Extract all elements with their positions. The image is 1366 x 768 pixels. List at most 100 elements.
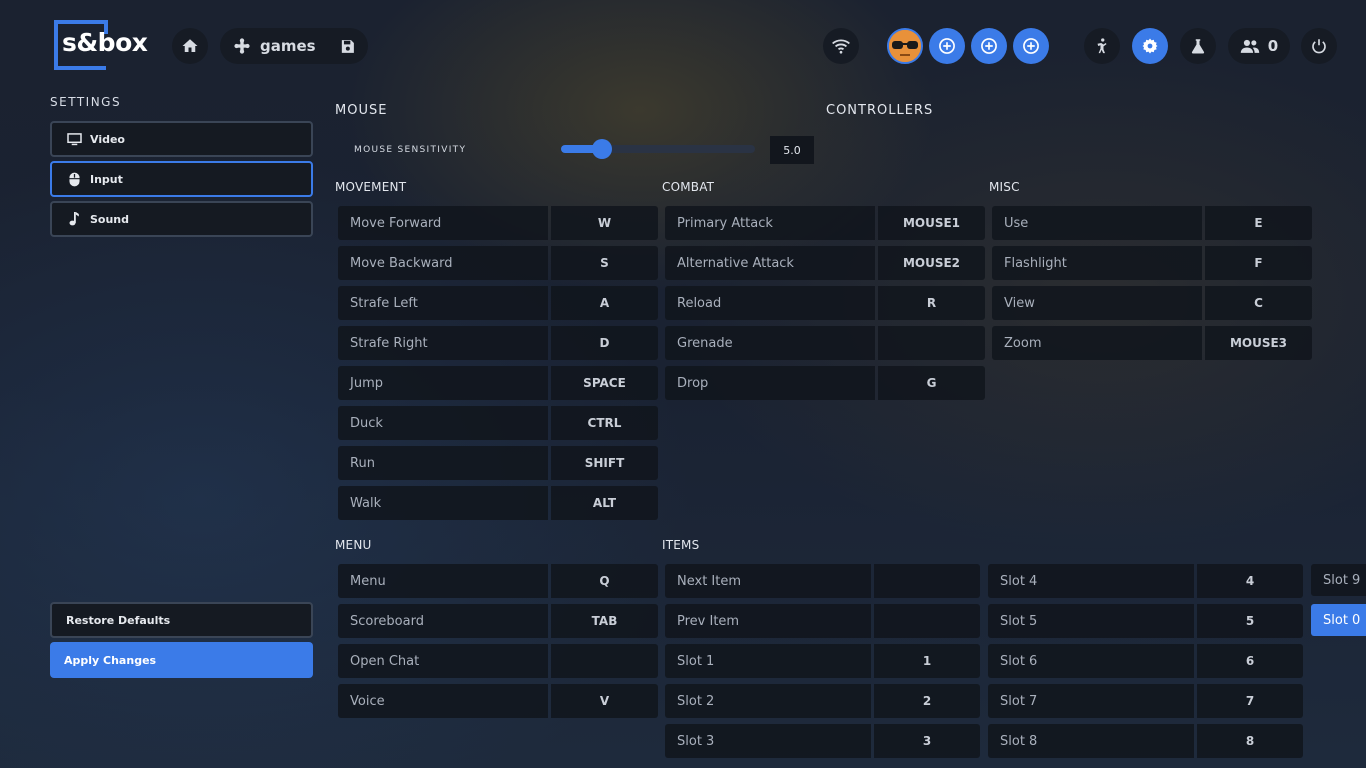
keybind-key-button[interactable]: 8: [1197, 724, 1303, 758]
keybind-key-button[interactable]: [551, 644, 658, 678]
keybind-key-button[interactable]: 6: [1197, 644, 1303, 678]
keybind-row[interactable]: Jump SPACE: [338, 366, 658, 400]
music-note-icon: [66, 211, 82, 227]
keybind-row[interactable]: Walk ALT: [338, 486, 658, 520]
keybind-key-button[interactable]: [874, 564, 980, 598]
settings-button[interactable]: [1132, 28, 1168, 64]
sidebar-item-input[interactable]: Input: [50, 161, 313, 197]
keybind-key-button[interactable]: MOUSE1: [878, 206, 985, 240]
keybind-key-button[interactable]: 7: [1197, 684, 1303, 718]
player-avatar[interactable]: [887, 28, 923, 64]
add-player-button-3[interactable]: [1013, 28, 1049, 64]
keybind-action: Run: [338, 446, 548, 480]
keybind-key-button[interactable]: A: [551, 286, 658, 320]
plus-circle-icon: [939, 38, 955, 54]
keybind-key-button[interactable]: 2: [874, 684, 980, 718]
apply-changes-button[interactable]: Apply Changes: [50, 642, 313, 678]
add-player-button-2[interactable]: [971, 28, 1007, 64]
keybind-action: Primary Attack: [665, 206, 875, 240]
keybind-key-button[interactable]: 5: [1197, 604, 1303, 638]
games-pill[interactable]: games: [220, 28, 368, 64]
keybind-key-button[interactable]: SPACE: [551, 366, 658, 400]
keybind-key-button[interactable]: [878, 326, 985, 360]
keybind-key-button[interactable]: D: [551, 326, 658, 360]
keybind-row[interactable]: Slot 44: [988, 564, 1303, 598]
keybind-key-button[interactable]: R: [878, 286, 985, 320]
keybind-key-button[interactable]: F: [1205, 246, 1312, 280]
add-player-button-1[interactable]: [929, 28, 965, 64]
restore-defaults-button[interactable]: Restore Defaults: [50, 602, 313, 638]
keybind-row[interactable]: Duck CTRL: [338, 406, 658, 440]
keybind-key-button[interactable]: 1: [874, 644, 980, 678]
keybind-key-button[interactable]: 3: [874, 724, 980, 758]
player-button[interactable]: [1084, 28, 1120, 64]
keybind-key-button[interactable]: SHIFT: [551, 446, 658, 480]
keybind-action: Drop: [665, 366, 875, 400]
avatar-face-icon: [889, 30, 921, 62]
mouse-sensitivity-label: MOUSE SENSITIVITY: [354, 145, 467, 155]
keybind-row[interactable]: Strafe Right D: [338, 326, 658, 360]
lab-button[interactable]: [1180, 28, 1216, 64]
friends-icon: [1240, 39, 1260, 53]
keybind-row[interactable]: Strafe Left A: [338, 286, 658, 320]
keybind-row[interactable]: Slot 88: [988, 724, 1303, 758]
keybind-row[interactable]: View C: [992, 286, 1312, 320]
keybind-row[interactable]: Scoreboard TAB: [338, 604, 658, 638]
keybind-row[interactable]: Slot 0: [1311, 604, 1366, 636]
keybind-action: Alternative Attack: [665, 246, 875, 280]
keybind-key-button[interactable]: 4: [1197, 564, 1303, 598]
keybind-key-button[interactable]: W: [551, 206, 658, 240]
mouse-sensitivity-slider[interactable]: [561, 145, 755, 153]
keybind-action: Slot 4: [988, 564, 1194, 598]
keybind-row[interactable]: Grenade: [665, 326, 985, 360]
keybind-row[interactable]: Voice V: [338, 684, 658, 718]
keybind-key-button[interactable]: C: [1205, 286, 1312, 320]
keybind-row[interactable]: Flashlight F: [992, 246, 1312, 280]
keybind-key-button[interactable]: MOUSE2: [878, 246, 985, 280]
keybind-key-button[interactable]: S: [551, 246, 658, 280]
keybind-row[interactable]: Slot 55: [988, 604, 1303, 638]
keybind-row[interactable]: Primary Attack MOUSE1: [665, 206, 985, 240]
save-icon[interactable]: [339, 38, 356, 55]
keybind-row[interactable]: Run SHIFT: [338, 446, 658, 480]
network-button[interactable]: [823, 28, 859, 64]
keybind-row[interactable]: Next Item: [665, 564, 980, 598]
keybind-key-button[interactable]: V: [551, 684, 658, 718]
sidebar-item-sound[interactable]: Sound: [50, 201, 313, 237]
keybind-action: Grenade: [665, 326, 875, 360]
mouse-sensitivity-value[interactable]: 5.0: [770, 136, 814, 164]
keybind-action: Use: [992, 206, 1202, 240]
keybind-row[interactable]: Menu Q: [338, 564, 658, 598]
keybind-row[interactable]: Reload R: [665, 286, 985, 320]
wifi-icon: [832, 39, 850, 54]
keybind-row[interactable]: Use E: [992, 206, 1312, 240]
keybind-row[interactable]: Open Chat: [338, 644, 658, 678]
sbox-logo[interactable]: s&box: [54, 20, 152, 72]
keybind-row[interactable]: Slot 33: [665, 724, 980, 758]
keybind-row[interactable]: Slot 66: [988, 644, 1303, 678]
keybind-row[interactable]: Slot 11: [665, 644, 980, 678]
keybind-key-button[interactable]: Q: [551, 564, 658, 598]
sidebar-item-video[interactable]: Video: [50, 121, 313, 157]
keybind-key-button[interactable]: [874, 604, 980, 638]
keybind-row[interactable]: Drop G: [665, 366, 985, 400]
keybind-row[interactable]: Slot 9: [1311, 564, 1366, 596]
home-button[interactable]: [172, 28, 208, 64]
keybind-row[interactable]: Slot 77: [988, 684, 1303, 718]
keybind-key-button[interactable]: CTRL: [551, 406, 658, 440]
keybind-row[interactable]: Move Backward S: [338, 246, 658, 280]
keybind-row[interactable]: Zoom MOUSE3: [992, 326, 1312, 360]
home-icon: [182, 39, 198, 52]
keybind-key-button[interactable]: E: [1205, 206, 1312, 240]
keybind-row[interactable]: Slot 22: [665, 684, 980, 718]
keybind-key-button[interactable]: MOUSE3: [1205, 326, 1312, 360]
friends-pill[interactable]: 0: [1228, 28, 1290, 64]
keybind-row[interactable]: Prev Item: [665, 604, 980, 638]
keybind-key-button[interactable]: TAB: [551, 604, 658, 638]
slider-handle[interactable]: [591, 139, 612, 159]
power-button[interactable]: [1301, 28, 1337, 64]
keybind-key-button[interactable]: ALT: [551, 486, 658, 520]
keybind-row[interactable]: Alternative Attack MOUSE2: [665, 246, 985, 280]
keybind-row[interactable]: Move Forward W: [338, 206, 658, 240]
keybind-key-button[interactable]: G: [878, 366, 985, 400]
